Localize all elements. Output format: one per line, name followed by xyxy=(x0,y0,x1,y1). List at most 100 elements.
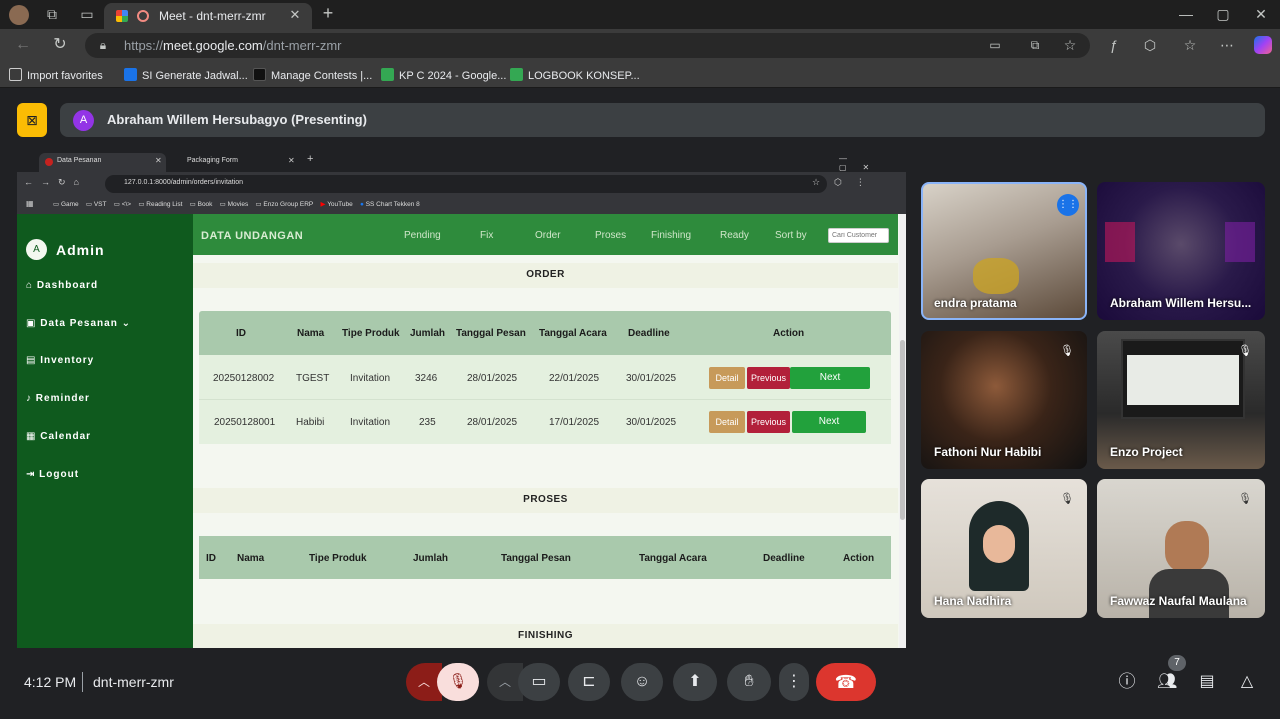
workspaces-icon[interactable]: ⧉ xyxy=(42,4,62,24)
logout-icon: ⇥ xyxy=(26,469,40,480)
participant-tile[interactable]: ⋮⋮ endra pratama xyxy=(921,182,1087,320)
activities-icon: △ xyxy=(1240,673,1254,690)
minimize-icon[interactable]: — xyxy=(1176,4,1196,24)
folder-icon: ▭ xyxy=(113,201,122,208)
cell-jumlah: 3246 xyxy=(415,373,438,384)
cell-deadline: 30/01/2025 xyxy=(626,373,677,384)
more-options-button[interactable]: ⋮ xyxy=(779,663,809,701)
sidebar-item-reminder[interactable]: ♪ Reminder xyxy=(26,393,90,404)
participant-tile[interactable]: Abraham Willem Hersu... xyxy=(1097,182,1265,320)
cell-jumlah: 235 xyxy=(419,417,436,428)
omnibox[interactable]: 🔒︎ https://meet.google.com/dnt-merr-zmr … xyxy=(85,33,1090,58)
close-tab-icon[interactable]: ✕ xyxy=(287,5,303,25)
search-customer-input[interactable] xyxy=(828,228,889,243)
folder-icon: ▭ xyxy=(189,201,198,208)
emoji-icon: ☺ xyxy=(633,673,651,690)
reload-icon[interactable]: ↻ xyxy=(50,35,70,55)
screen-share-indicator-icon[interactable]: ⧉ xyxy=(1025,35,1045,55)
participant-name: endra pratama xyxy=(934,296,1017,310)
hackerrank-icon xyxy=(253,68,266,81)
next-button[interactable]: Next xyxy=(792,411,866,433)
people-button[interactable]: 👥︎ xyxy=(1157,672,1177,692)
extensions-icon[interactable]: ⬡ xyxy=(1140,35,1160,55)
raise-hand-button[interactable]: ✋︎ xyxy=(727,663,771,701)
nav-order[interactable]: Order xyxy=(535,230,561,241)
leave-call-button[interactable]: ☎︎ xyxy=(816,663,876,701)
nav-finishing[interactable]: Finishing xyxy=(651,230,691,241)
read-aloud-icon[interactable]: ƒ xyxy=(1104,35,1124,55)
more-menu-icon[interactable]: ⋯ xyxy=(1217,35,1237,55)
participant-name: Enzo Project xyxy=(1110,445,1183,459)
meeting-info-button[interactable]: ⓘ xyxy=(1117,672,1137,692)
nav-fix[interactable]: Fix xyxy=(480,230,493,241)
tab-actions-icon[interactable]: ▭ xyxy=(77,4,97,24)
hand-icon: ✋︎ xyxy=(744,673,754,690)
th-jumlah: Jumlah xyxy=(410,328,446,339)
sheets-icon xyxy=(510,68,523,81)
bookmark-logbook[interactable]: LOGBOOK KONSEP... xyxy=(510,68,640,82)
mic-toggle-button[interactable]: 🎙︎ xyxy=(437,663,479,701)
maximize-icon[interactable]: ▢ xyxy=(1213,4,1233,24)
camera-toggle-button[interactable]: ▭ xyxy=(518,663,560,701)
next-button[interactable]: Next xyxy=(790,367,870,389)
shared-url: 127.0.0.1:8000/admin/orders/invitation xyxy=(124,179,244,186)
mic-off-icon: 🎙︎ xyxy=(1060,493,1074,505)
nav-sort-by[interactable]: Sort by xyxy=(775,230,807,241)
th-tanggal-acara: Tanggal Acara xyxy=(539,328,607,339)
nav-pending[interactable]: Pending xyxy=(404,230,441,241)
sidebar-item-inventory[interactable]: ▤ Inventory xyxy=(26,355,94,366)
active-tab[interactable]: Meet - dnt-merr-zmr ✕ xyxy=(104,3,312,29)
th-tipe-produk: Tipe Produk xyxy=(342,328,400,339)
shared-tab-bar: Data Pesanan ✕ Packaging Form ✕ + —▢✕ xyxy=(17,150,906,172)
shared-bookmark-list: ▭ Game ▭ VST ▭ <\> ▭ Reading List ▭ Book… xyxy=(53,201,420,208)
stop-presenting-button[interactable]: ⊠ xyxy=(17,103,47,137)
apps-grid-icon: ▦ xyxy=(26,199,34,208)
bookmark-si-generate[interactable]: SI Generate Jadwal... xyxy=(124,68,248,82)
cell-nama: TGEST xyxy=(296,373,330,384)
sidebar-item-logout[interactable]: ⇥ Logout xyxy=(26,469,79,480)
th-tipe-produk: Tipe Produk xyxy=(309,553,367,564)
present-screen-icon: ⬆ xyxy=(688,673,702,690)
mic-off-icon: 🎙︎ xyxy=(1238,345,1252,357)
previous-button[interactable]: Previous xyxy=(747,411,790,433)
favorites-icon[interactable]: ☆ xyxy=(1180,35,1200,55)
nav-ready[interactable]: Ready xyxy=(720,230,749,241)
camera-in-use-icon[interactable]: ▭ xyxy=(985,35,1005,55)
new-tab-icon[interactable]: + xyxy=(318,3,338,23)
close-window-icon[interactable]: ✕ xyxy=(1251,4,1271,24)
sidebar-item-data-pesanan[interactable]: ▣ Data Pesanan ⌄ xyxy=(26,318,131,329)
copilot-icon[interactable] xyxy=(1254,36,1272,54)
sidebar-item-calendar[interactable]: ▦ Calendar xyxy=(26,431,91,442)
previous-button[interactable]: Previous xyxy=(747,367,790,389)
captions-button[interactable]: ⊏ xyxy=(568,663,610,701)
shared-window-controls: —▢✕ xyxy=(839,154,886,172)
participant-tile[interactable]: 🎙︎ Fawwaz Naufal Maulana xyxy=(1097,479,1265,618)
back-icon[interactable]: ← xyxy=(13,35,33,55)
reactions-button[interactable]: ☺ xyxy=(621,663,663,701)
chevron-down-icon: ⌄ xyxy=(117,318,131,329)
archive-icon: ▤ xyxy=(26,355,41,366)
sidebar-item-dashboard[interactable]: ⌂ Dashboard xyxy=(26,280,98,291)
url-host: meet.google.com xyxy=(163,38,263,53)
shared-tab-favicon-icon xyxy=(45,158,53,166)
present-button[interactable]: ⬆ xyxy=(673,663,717,701)
th-action: Action xyxy=(773,328,805,339)
video-feed xyxy=(973,258,1019,294)
speaking-indicator-icon: ⋮⋮ xyxy=(1057,194,1079,216)
mic-off-icon: 🎙︎ xyxy=(1238,493,1252,505)
site-info-icon[interactable]: 🔒︎ xyxy=(93,35,113,55)
detail-button[interactable]: Detail xyxy=(709,411,745,433)
chat-button[interactable]: ▤ xyxy=(1197,672,1217,692)
activities-button[interactable]: △ xyxy=(1237,672,1257,692)
bookmark-import-favorites[interactable]: Import favorites xyxy=(9,68,103,82)
favorite-star-icon[interactable]: ☆ xyxy=(1060,35,1080,55)
th-deadline: Deadline xyxy=(763,553,805,564)
participant-tile[interactable]: 🎙︎ Fathoni Nur Habibi xyxy=(921,331,1087,469)
bookmark-manage-contests[interactable]: Manage Contests |... xyxy=(253,68,372,82)
bookmark-kp-c[interactable]: KP C 2024 - Google... xyxy=(381,68,506,82)
participant-tile[interactable]: 🎙︎ Hana Nadhira xyxy=(921,479,1087,618)
detail-button[interactable]: Detail xyxy=(709,367,745,389)
nav-proses[interactable]: Proses xyxy=(595,230,626,241)
profile-avatar[interactable] xyxy=(9,5,29,25)
participant-tile[interactable]: 🎙︎ Enzo Project xyxy=(1097,331,1265,469)
